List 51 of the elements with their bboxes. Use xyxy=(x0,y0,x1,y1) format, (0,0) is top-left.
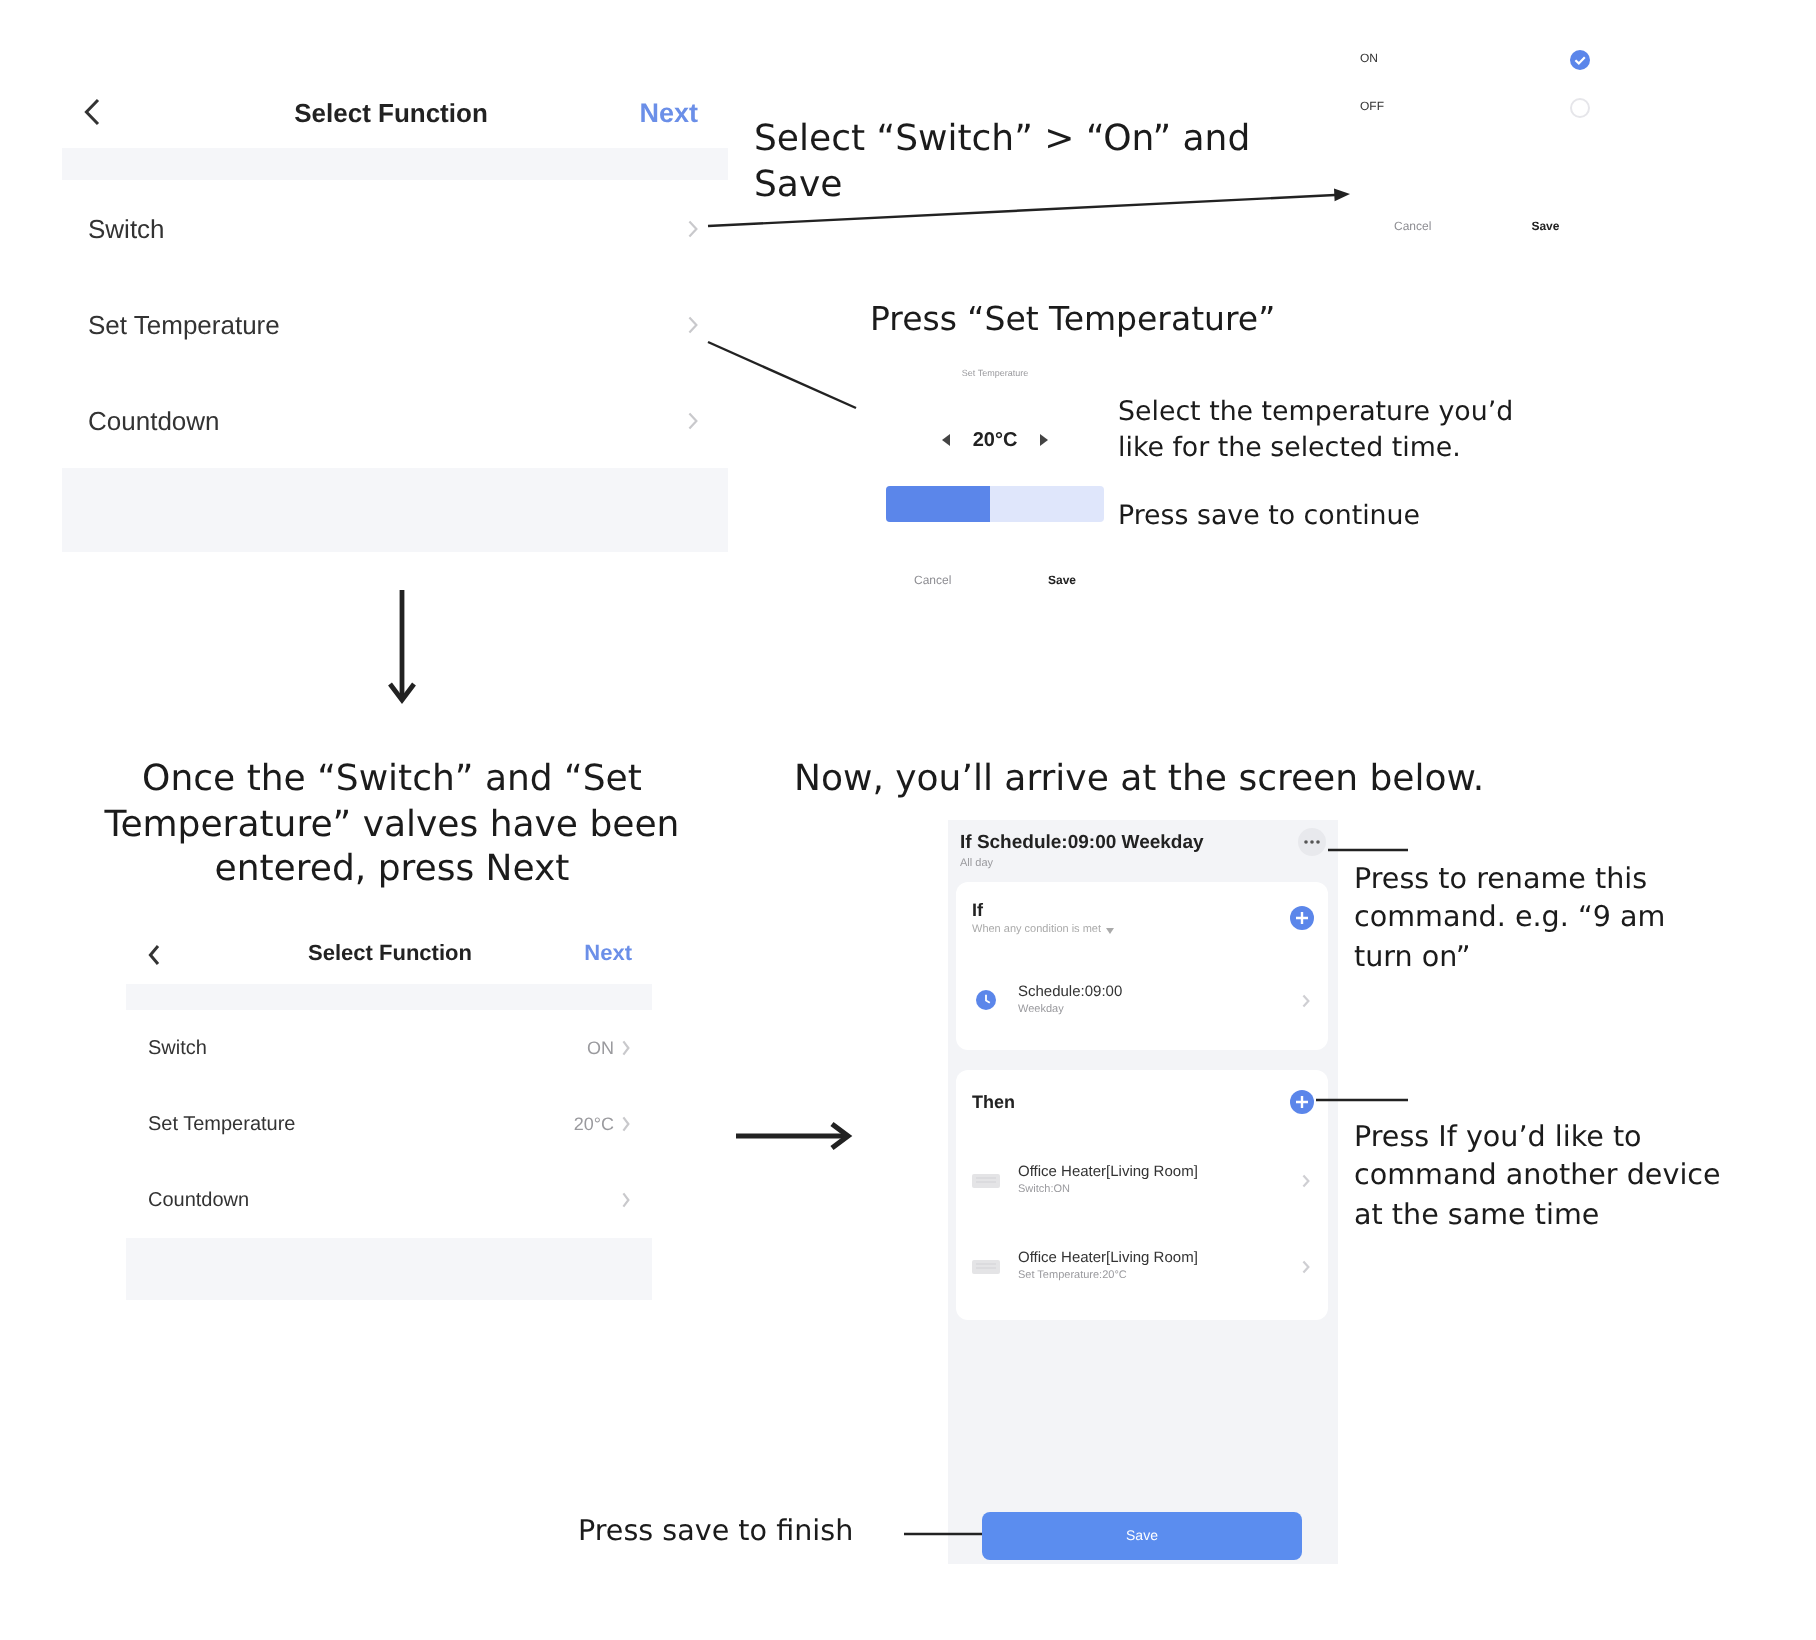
caret-right-icon[interactable] xyxy=(1039,434,1048,446)
scene-title: If Schedule:09:00 Weekday xyxy=(960,830,1206,856)
screen-title: Select Function xyxy=(308,942,472,966)
radio-button[interactable] xyxy=(1570,98,1590,118)
callout-text: Press to rename this command. e.g. “9 am turn on” xyxy=(1354,862,1668,978)
chevron-right-icon xyxy=(622,1040,630,1056)
function-label[interactable]: Countdown xyxy=(148,1189,622,1211)
chevron-right-icon xyxy=(622,1192,630,1208)
chevron-right-icon xyxy=(688,315,698,333)
radio-button[interactable] xyxy=(1570,50,1590,70)
down-arrow xyxy=(388,590,416,704)
function-label[interactable]: Switch xyxy=(88,213,688,243)
back-icon[interactable] xyxy=(148,943,160,965)
back-icon[interactable] xyxy=(84,98,100,126)
chevron-right-icon xyxy=(1302,993,1310,1007)
instruction-text: Now, you’ll arrive at the screen below. xyxy=(794,758,1485,803)
function-value: ON xyxy=(587,1038,614,1058)
temperature-value: 20°C xyxy=(972,429,1018,451)
instruction-text: Once the “Switch” and “Set Temperature” valves have been entered, press Next xyxy=(102,758,682,893)
function-value: 20°C xyxy=(573,1114,614,1134)
chevron-right-icon xyxy=(622,1116,630,1132)
screen-title: Select Function xyxy=(294,97,488,127)
instruction-text: Press save to continue xyxy=(1118,500,1423,536)
chevron-right-icon xyxy=(1302,1173,1310,1187)
leader-line xyxy=(1328,848,1408,852)
add-icon[interactable] xyxy=(1290,1090,1314,1114)
function-label[interactable]: Countdown xyxy=(88,405,688,435)
slider-track[interactable] xyxy=(886,486,1104,522)
card-title: Then xyxy=(972,1090,1017,1114)
leader-line xyxy=(1316,1098,1408,1102)
clock-icon xyxy=(976,990,996,1010)
instruction-text: Press “Set Temperature” xyxy=(870,300,1276,340)
caret-left-icon[interactable] xyxy=(942,434,951,446)
right-arrow xyxy=(736,1121,853,1151)
device-icon xyxy=(972,1259,1000,1273)
chevron-right-icon xyxy=(688,219,698,237)
caret-down-icon[interactable] xyxy=(1105,927,1114,933)
function-label[interactable]: Set Temperature xyxy=(88,309,688,339)
chevron-right-icon xyxy=(1302,1259,1310,1273)
instruction-text: Select “Switch” > “On” and Save xyxy=(754,118,1253,208)
function-label[interactable]: Switch xyxy=(148,1037,587,1059)
leader-line xyxy=(904,1532,982,1536)
add-icon[interactable] xyxy=(1290,906,1314,930)
card-title: If xyxy=(972,898,985,922)
more-icon[interactable] xyxy=(1298,828,1326,856)
device-icon xyxy=(972,1173,1000,1187)
instruction-text: Select the temperature you’d like for the selected time. xyxy=(1118,396,1516,468)
callout-text: Press If you’d like to command another device at the same time xyxy=(1354,1120,1723,1236)
function-label[interactable]: Set Temperature xyxy=(148,1113,574,1135)
callout-text: Press save to finish xyxy=(578,1514,854,1552)
chevron-right-icon xyxy=(688,411,698,429)
